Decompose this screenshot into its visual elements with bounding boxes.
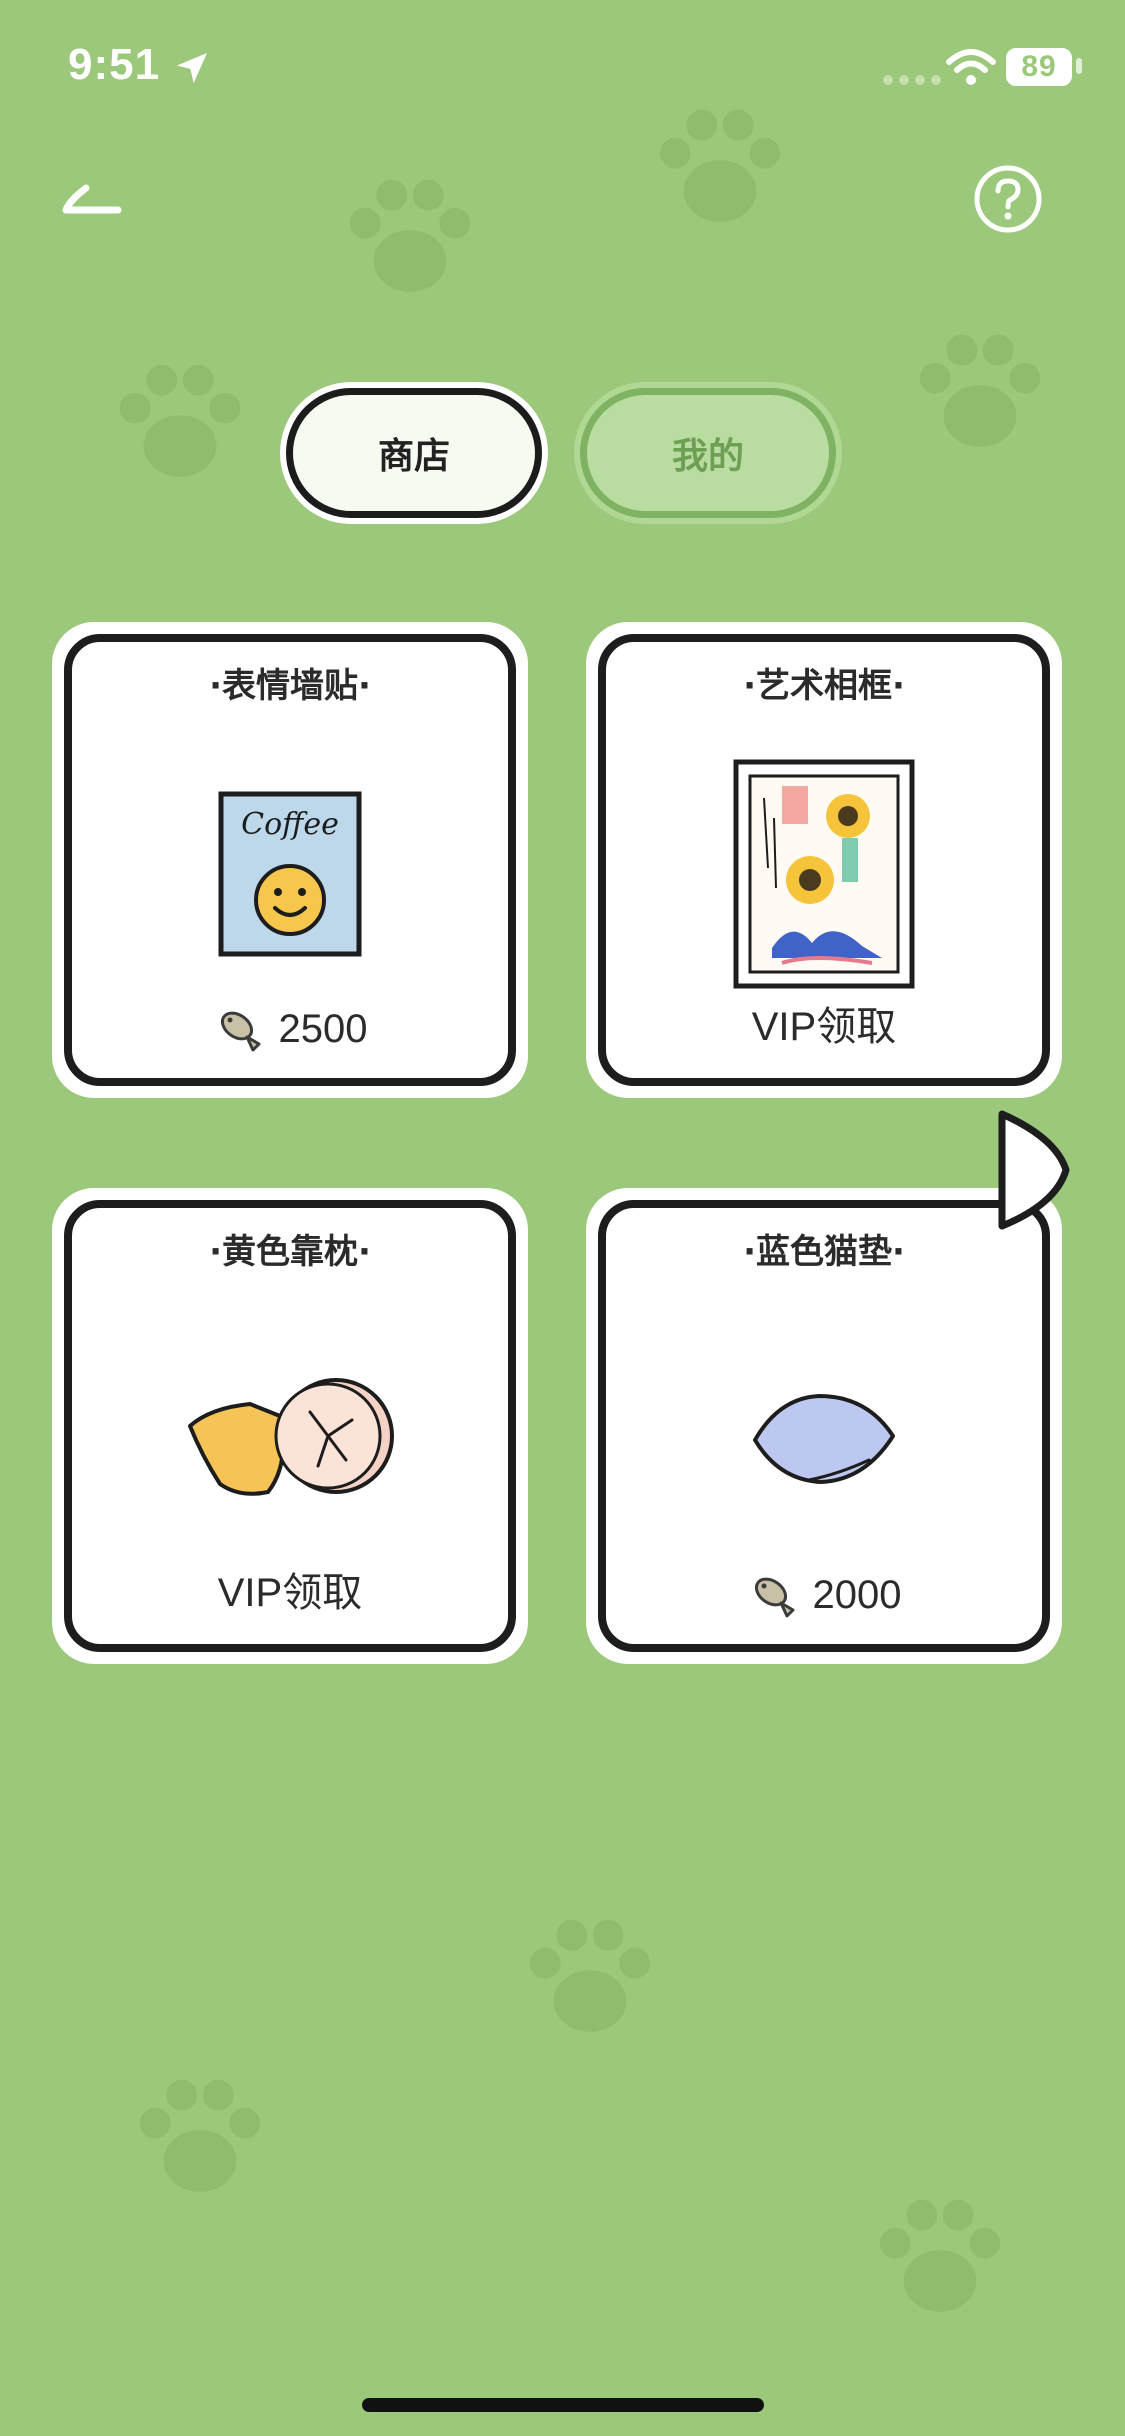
fish-currency-icon	[220, 1011, 260, 1052]
poster-text: Coffee	[241, 807, 339, 842]
paw-print-decoration	[340, 170, 480, 310]
price-value: VIP领取	[751, 1005, 897, 1049]
shop-item-card[interactable]: ·黄色靠枕· VIP领取	[52, 1188, 528, 1664]
next-page-arrow-icon[interactable]	[996, 1108, 1072, 1232]
art-frame-icon	[733, 759, 915, 989]
item-title: ·蓝色猫垫·	[743, 1232, 905, 1272]
item-price: VIP领取	[58, 1560, 522, 1618]
tab-mine[interactable]: 我的	[580, 388, 836, 518]
item-title: ·艺术相框·	[743, 666, 905, 706]
paw-print-decoration	[870, 2190, 1010, 2330]
item-title: ·表情墙贴·	[209, 666, 371, 706]
location-arrow-icon	[177, 53, 207, 83]
shop-item-card[interactable]: ·表情墙贴· Coffee 2500	[52, 622, 528, 1098]
battery-nub	[1076, 58, 1082, 74]
battery-indicator: 89	[1006, 48, 1072, 86]
battery-level: 89	[1021, 50, 1057, 83]
back-button[interactable]	[58, 170, 138, 230]
paw-print-decoration	[520, 1910, 660, 2050]
paw-print-decoration	[110, 355, 250, 495]
price-value: 2000	[812, 1572, 902, 1617]
status-time: 9:51	[68, 40, 161, 89]
home-indicator	[362, 2398, 764, 2412]
tab-mine-label: 我的	[671, 436, 744, 477]
paw-print-decoration	[910, 325, 1050, 465]
pillow-icon	[188, 1378, 394, 1496]
price-value: 2500	[278, 1006, 368, 1051]
item-price: 2000	[592, 1572, 1056, 1618]
fish-currency-icon	[754, 1577, 794, 1618]
item-price: 2500	[58, 1006, 522, 1052]
paw-print-decoration	[130, 2070, 270, 2210]
shop-item-card[interactable]: ·艺术相框· VIP领取	[586, 622, 1062, 1098]
tab-shop-label: 商店	[377, 436, 450, 477]
help-icon[interactable]	[972, 163, 1044, 235]
shop-item-card[interactable]: ·蓝色猫垫· 2000	[586, 1188, 1062, 1664]
tab-shop[interactable]: 商店	[286, 388, 542, 518]
price-value: VIP领取	[217, 1571, 363, 1615]
status-bar: 9:51 89	[0, 0, 1125, 140]
wifi-icon	[946, 49, 996, 85]
cat-cushion-icon	[753, 1394, 895, 1484]
item-title: ·黄色靠枕·	[209, 1232, 371, 1272]
emoji-poster-icon: Coffee	[218, 791, 362, 957]
item-price: VIP领取	[592, 994, 1056, 1052]
